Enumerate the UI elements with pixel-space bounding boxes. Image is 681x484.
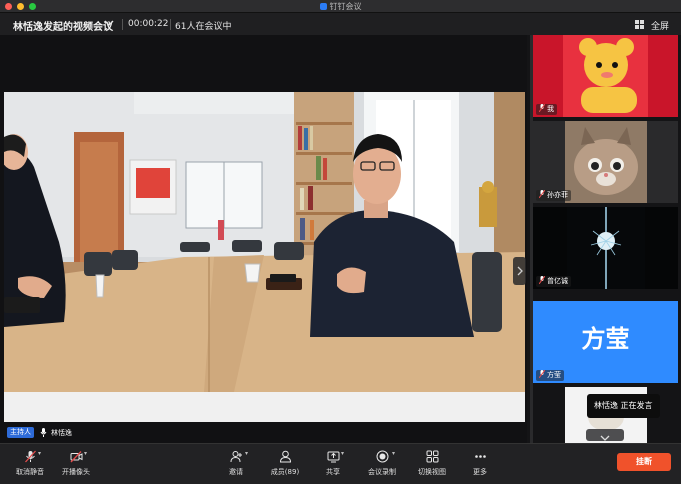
share-screen-icon	[327, 451, 339, 463]
more-label: 更多	[473, 468, 487, 476]
participant-tile[interactable]: 孙亦菲	[533, 121, 678, 203]
fullscreen-button[interactable]: 全屏	[651, 19, 669, 32]
record-button[interactable]: 会议录制	[359, 450, 405, 482]
share-button[interactable]: 共享	[310, 450, 356, 482]
expand-sidebar-button[interactable]	[513, 257, 526, 285]
invite-options-caret[interactable]: ▾	[245, 450, 248, 457]
main-video-frame	[4, 92, 525, 422]
participant-tile[interactable]: 方莹 方莹	[533, 301, 678, 383]
participant-name-label: 我	[536, 104, 557, 115]
more-button[interactable]: 更多	[457, 450, 503, 482]
window-title: 钉钉会议	[0, 0, 681, 13]
camera-off-icon	[70, 451, 82, 463]
participant-tile[interactable]: 我	[533, 35, 678, 117]
chevron-down-icon[interactable]	[104, 18, 114, 28]
host-name: 林恬逸	[51, 429, 72, 437]
record-icon	[376, 450, 388, 463]
camera-label: 开播像头	[62, 468, 90, 476]
unmute-label: 取消静音	[16, 468, 44, 476]
participant-name: 方莹	[547, 371, 561, 379]
participant-name: 孙亦菲	[547, 191, 568, 199]
record-label: 会议录制	[368, 468, 396, 476]
share-options-caret[interactable]: ▾	[341, 450, 344, 457]
share-label: 共享	[326, 468, 340, 476]
dingtalk-app-icon	[319, 3, 327, 10]
add-user-icon	[230, 451, 242, 463]
participant-name-label: 孙亦菲	[536, 190, 571, 201]
view-layout-icon	[426, 450, 438, 463]
participant-count: 61人在会议中	[175, 22, 232, 32]
meeting-title[interactable]: 林恬逸发起的视频会议	[13, 18, 113, 33]
mic-muted-icon	[539, 104, 545, 112]
switch-view-button[interactable]: 切换视图	[409, 450, 455, 482]
main-video[interactable]	[4, 92, 525, 422]
participant-name: 曾亿诚	[547, 277, 568, 285]
mic-muted-icon	[24, 450, 36, 463]
invite-button[interactable]: 邀请	[213, 450, 259, 482]
host-badge: 主持人	[7, 427, 34, 438]
active-speaker-popup: 林恬逸 正在发言	[587, 394, 660, 418]
members-label: 成员(89)	[270, 468, 300, 476]
camera-options-caret[interactable]: ▾	[84, 450, 87, 457]
participant-name: 我	[547, 105, 554, 113]
collapse-sidebar-button[interactable]	[586, 429, 624, 441]
participant-name-label: 曾亿诚	[536, 276, 571, 287]
mic-muted-icon	[539, 276, 545, 284]
elapsed-time: 00:00:22	[128, 19, 169, 29]
participant-tile[interactable]: 曾亿诚	[533, 207, 678, 289]
mic-muted-icon	[539, 190, 545, 198]
hangup-button[interactable]: 挂断	[617, 453, 671, 471]
unmute-button[interactable]: 取消静音	[7, 450, 53, 482]
microphone-icon	[40, 428, 47, 437]
header-divider	[170, 19, 171, 30]
invite-label: 邀请	[229, 468, 243, 476]
grid-view-icon[interactable]	[635, 20, 644, 29]
chevron-right-icon	[517, 266, 523, 276]
meeting-header: 林恬逸发起的视频会议 00:00:22 61人在会议中 全屏	[0, 13, 681, 35]
camera-button[interactable]: 开播像头	[53, 450, 99, 482]
unmute-options-caret[interactable]: ▾	[38, 450, 41, 457]
header-divider	[122, 19, 123, 30]
meeting-toolbar: 取消静音 ▾ 开播像头 ▾ 邀请 ▾ 成员(89) 共享 ▾ 会议录制 ▾ 切换…	[0, 443, 681, 484]
switch-view-label: 切换视图	[418, 468, 446, 476]
members-button[interactable]: 成员(89)	[262, 450, 308, 482]
window-title-text: 钉钉会议	[329, 2, 362, 11]
participant-name-card: 方莹	[581, 325, 630, 353]
record-options-caret[interactable]: ▾	[392, 450, 395, 457]
members-icon	[279, 450, 291, 463]
mic-muted-icon	[539, 370, 545, 378]
participant-name-label: 方莹	[536, 370, 564, 381]
title-bar: 钉钉会议	[0, 0, 681, 13]
more-icon	[474, 455, 486, 458]
main-stage	[0, 35, 527, 443]
